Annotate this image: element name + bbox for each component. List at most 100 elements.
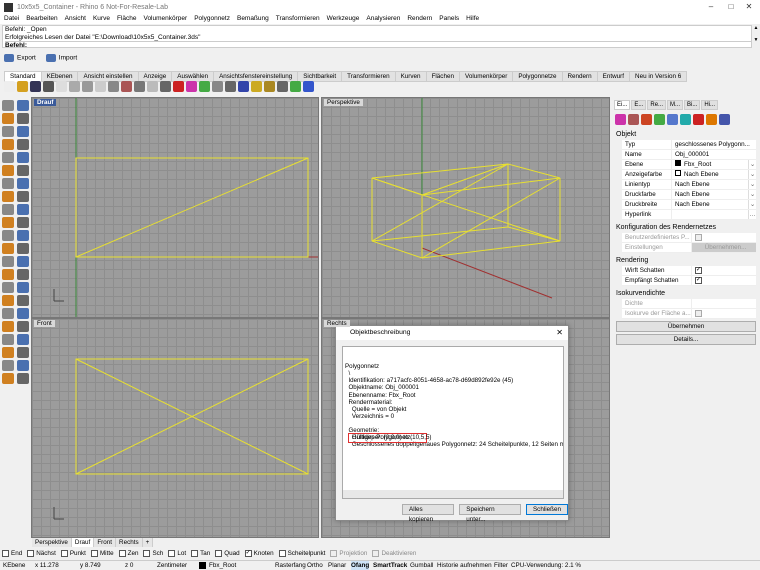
toolbox-tool-icon[interactable] — [17, 178, 29, 189]
toolbox-tool-icon[interactable] — [2, 178, 14, 189]
menu-item[interactable]: Bearbeiten — [26, 14, 57, 24]
viewport-perspective[interactable]: Perspektive — [321, 97, 610, 318]
dropdown-chevron-icon[interactable]: ⌄ — [748, 180, 756, 189]
viewport-tab[interactable]: Drauf — [72, 538, 94, 547]
apply-button[interactable]: Übernehmen — [616, 321, 756, 332]
panel-tab[interactable]: M... — [667, 100, 683, 110]
toolbox-tool-icon[interactable] — [2, 308, 14, 319]
viewport-tab[interactable]: Perspektive — [32, 538, 72, 547]
viewport-title-top[interactable]: Drauf — [34, 99, 56, 106]
property-page-icon[interactable] — [641, 114, 652, 125]
toolbox-tool-icon[interactable] — [2, 360, 14, 371]
menu-item[interactable]: Panels — [439, 14, 459, 24]
toolbox-tool-icon[interactable] — [2, 126, 14, 137]
menu-item[interactable]: Datei — [4, 14, 19, 24]
toolbar-tool-icon[interactable] — [277, 81, 288, 92]
property-value[interactable]: Obj_000001 — [672, 150, 756, 159]
toolbox-tool-icon[interactable] — [17, 334, 29, 345]
menu-item[interactable]: Werkzeuge — [327, 14, 360, 24]
osnap-scheitelpunkt[interactable]: Scheitelpunkt — [279, 550, 326, 557]
osnap-checkbox[interactable] — [215, 550, 222, 557]
panel-tab[interactable]: Ei... — [614, 100, 630, 110]
osnap-checkbox[interactable] — [279, 550, 286, 557]
dropdown-chevron-icon[interactable]: ⌄ — [748, 190, 756, 199]
menu-item[interactable]: Analysieren — [366, 14, 400, 24]
toolbox-tool-icon[interactable] — [2, 282, 14, 293]
toolbox-tool-icon[interactable] — [2, 243, 14, 254]
property-page-icon[interactable] — [706, 114, 717, 125]
toolbar-tool-icon[interactable] — [43, 81, 54, 92]
osnap-checkbox[interactable]: ✓ — [245, 550, 252, 557]
toolbar-tool-icon[interactable] — [134, 81, 145, 92]
panel-tab[interactable]: Re... — [647, 100, 666, 110]
toolbar-tool-icon[interactable] — [121, 81, 132, 92]
close-window-button[interactable]: ✕ — [740, 0, 758, 14]
horizontal-scrollbar[interactable] — [343, 490, 563, 498]
minimize-button[interactable]: – — [702, 0, 720, 14]
menu-item[interactable]: Polygonnetz — [194, 14, 230, 24]
menu-item[interactable]: Kurve — [93, 14, 110, 24]
planar-toggle[interactable]: Planar — [328, 561, 346, 570]
osnap-end[interactable]: End — [2, 550, 22, 557]
dropdown-chevron-icon[interactable]: ⌄ — [748, 170, 756, 179]
toolbar-tool-icon[interactable] — [251, 81, 262, 92]
osnap-checkbox[interactable] — [91, 550, 98, 557]
status-plane[interactable]: KEbene — [3, 561, 25, 570]
description-text[interactable]: Polygonnetz \ Identifikation: a717acfc-8… — [342, 346, 564, 499]
toolbox-tool-icon[interactable] — [17, 217, 29, 228]
toolbox-tool-icon[interactable] — [17, 308, 29, 319]
dropdown-chevron-icon[interactable]: ⌄ — [748, 160, 756, 169]
toolbox-tool-icon[interactable] — [2, 230, 14, 241]
toolbox-tool-icon[interactable] — [2, 256, 14, 267]
toolbox-tool-icon[interactable] — [2, 373, 14, 384]
property-page-icon[interactable] — [667, 114, 678, 125]
toolbar-tool-icon[interactable] — [264, 81, 275, 92]
osnap-checkbox[interactable] — [191, 550, 198, 557]
toolbox-tool-icon[interactable] — [17, 204, 29, 215]
toolbox-tool-icon[interactable] — [17, 373, 29, 384]
toolbox-tool-icon[interactable] — [17, 139, 29, 150]
details-button[interactable]: Details... — [616, 334, 756, 345]
menu-item[interactable]: Transformieren — [276, 14, 320, 24]
property-page-icon[interactable] — [654, 114, 665, 125]
toolbar-tool-icon[interactable] — [160, 81, 171, 92]
osnap-punkt[interactable]: Punkt — [61, 550, 86, 557]
panel-tab[interactable]: Hi... — [701, 100, 718, 110]
toolbar-tool-icon[interactable] — [238, 81, 249, 92]
toolbar-tab[interactable]: Neu in Version 6 — [629, 71, 687, 82]
viewport-top[interactable]: Drauf — [31, 97, 319, 318]
osnap-mitte[interactable]: Mitte — [91, 550, 114, 557]
dropdown-chevron-icon[interactable]: ⌄ — [748, 200, 756, 209]
osnap-zen[interactable]: Zen — [119, 550, 139, 557]
toolbar-tab[interactable]: Polygonnetze — [512, 71, 562, 82]
toolbox-tool-icon[interactable] — [2, 152, 14, 163]
toolbox-tool-icon[interactable] — [2, 347, 14, 358]
viewport-tab[interactable]: Rechts — [116, 538, 143, 547]
osnap-checkbox[interactable] — [27, 550, 34, 557]
osnap-lot[interactable]: Lot — [168, 550, 186, 557]
toolbox-tool-icon[interactable] — [2, 113, 14, 124]
property-page-icon[interactable] — [680, 114, 691, 125]
toolbar-tab[interactable]: Transformieren — [341, 71, 395, 82]
gumball-toggle[interactable]: Gumball — [410, 561, 433, 570]
property-value[interactable]: Nach Ebene — [672, 200, 748, 209]
menu-item[interactable]: Hilfe — [466, 14, 479, 24]
toolbox-tool-icon[interactable] — [17, 269, 29, 280]
property-value[interactable] — [672, 210, 748, 219]
toolbar-tool-icon[interactable] — [147, 81, 158, 92]
osnap-checkbox[interactable] — [119, 550, 126, 557]
osnap-knoten[interactable]: ✓Knoten — [245, 550, 274, 557]
panel-tab[interactable]: E... — [631, 100, 646, 110]
toolbar-tool-icon[interactable] — [173, 81, 184, 92]
toolbox-tool-icon[interactable] — [2, 204, 14, 215]
viewport-title-right[interactable]: Rechts — [324, 320, 350, 327]
panel-tab[interactable]: Bi... — [684, 100, 700, 110]
toolbox-tool-icon[interactable] — [17, 295, 29, 306]
toolbox-tool-icon[interactable] — [17, 165, 29, 176]
osnap-checkbox[interactable] — [61, 550, 68, 557]
viewport-title-front[interactable]: Front — [34, 320, 55, 327]
smarttrack-toggle[interactable]: SmartTrack — [373, 561, 407, 570]
property-value[interactable]: Nach Ebene — [672, 170, 748, 179]
property-page-icon[interactable] — [693, 114, 704, 125]
toolbox-tool-icon[interactable] — [2, 321, 14, 332]
